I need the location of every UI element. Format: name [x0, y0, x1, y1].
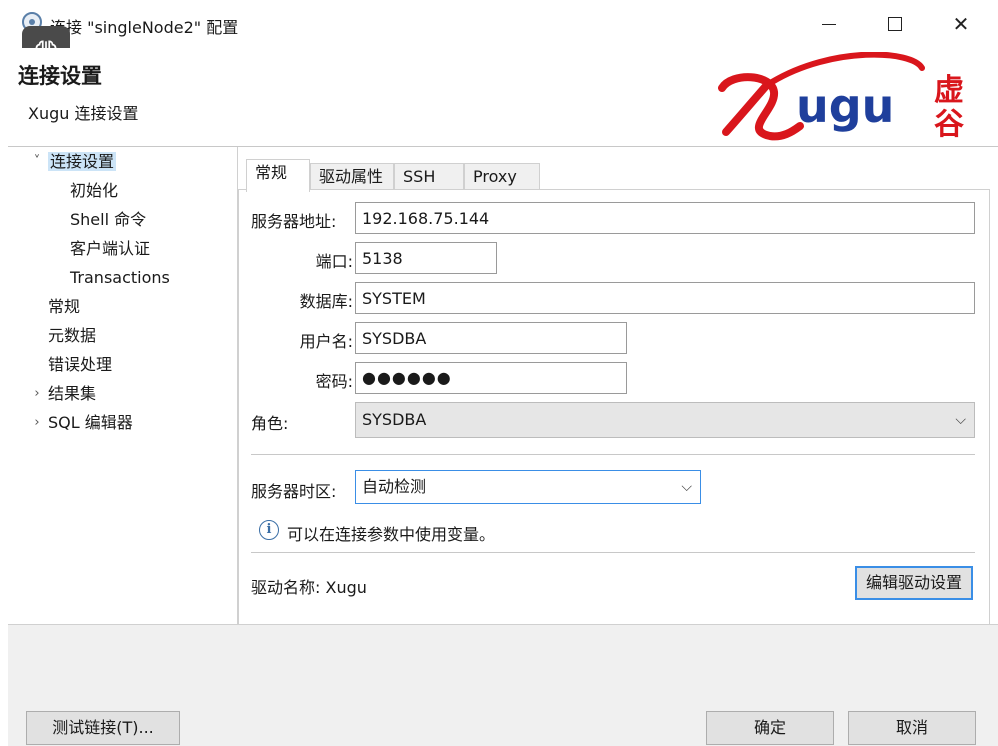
driver-name-label: 驱动名称: Xugu [251, 578, 367, 597]
page-header: 连接设置 Xugu 连接设置 ugu 虚 谷 [0, 48, 998, 146]
tree-item-transactions[interactable]: Transactions [70, 265, 170, 291]
tree-item-resultset[interactable]: › 结果集 [34, 381, 97, 407]
ok-button[interactable]: 确定 [706, 711, 834, 745]
title-bar: 连接 "singleNode2" 配置 ✕ [0, 0, 998, 48]
close-button[interactable]: ✕ [938, 6, 984, 42]
tree-item-error-handling[interactable]: 错误处理 [48, 352, 112, 378]
window-title: 连接 "singleNode2" 配置 [50, 18, 239, 37]
maximize-icon [888, 17, 902, 31]
logo-latin: ugu [796, 79, 894, 133]
xugu-logo: ugu 虚 谷 [718, 52, 964, 142]
host-label: 服务器地址: [251, 212, 337, 231]
tree-item-label: SQL 编辑器 [48, 413, 133, 432]
separator [251, 552, 975, 553]
close-icon: ✕ [952, 12, 970, 36]
page-subtitle: Xugu 连接设置 [28, 104, 139, 123]
tree-item-metadata[interactable]: 元数据 [48, 323, 96, 349]
tree-item-client-auth[interactable]: 客户端认证 [70, 236, 150, 262]
minimize-button[interactable] [806, 6, 852, 42]
tree-item-init[interactable]: 初始化 [70, 178, 118, 204]
username-label: 用户名: [299, 332, 353, 351]
separator [251, 454, 975, 455]
timezone-select[interactable]: 自动检测 ⌵ [355, 470, 701, 504]
tree-item-general[interactable]: 常规 [48, 294, 80, 320]
chevron-down-icon: ⌵ [681, 479, 692, 495]
role-label: 角色: [251, 414, 289, 433]
tree-item-shell[interactable]: Shell 命令 [70, 207, 146, 233]
password-input[interactable]: ●●●●●● [355, 362, 627, 394]
dialog-footer: 测试链接(T)... 确定 取消 [8, 624, 998, 746]
timezone-label: 服务器时区: [251, 482, 337, 501]
port-label: 端口: [315, 252, 353, 271]
tab-ssh[interactable]: SSH [394, 163, 464, 191]
database-label: 数据库: [299, 292, 353, 311]
database-input[interactable] [355, 282, 975, 314]
tab-content-general: 服务器地址: 端口: 数据库: 用户名: 密码: ●●●●●● 角色: SYSD… [238, 189, 990, 625]
tab-driver-properties[interactable]: 驱动属性 [310, 163, 394, 191]
tree-item-sql-editor[interactable]: › SQL 编辑器 [34, 410, 133, 436]
logo-cjk-bottom: 谷 [934, 107, 964, 142]
chevron-down-icon: ⌵ [955, 412, 966, 428]
tree-item-label: 连接设置 [48, 152, 117, 171]
chevron-right-icon[interactable]: › [30, 381, 44, 407]
info-icon: i [259, 520, 279, 540]
role-select-value: SYSDBA [362, 410, 427, 429]
logo-cjk-top: 虚 [934, 73, 964, 108]
edit-driver-settings-button[interactable]: 编辑驱动设置 [855, 566, 973, 600]
dialog-body: ˅ 连接设置 初始化 Shell 命令 客户端认证 Transactions 常… [8, 146, 998, 625]
timezone-select-value: 自动检测 [362, 477, 427, 496]
username-input[interactable] [355, 322, 627, 354]
role-select[interactable]: SYSDBA ⌵ [355, 402, 975, 438]
test-connection-button[interactable]: 测试链接(T)... [26, 711, 180, 745]
password-label: 密码: [315, 372, 353, 391]
minimize-icon [822, 23, 836, 25]
tab-general[interactable]: 常规 [246, 159, 310, 192]
chevron-down-icon[interactable]: ˅ [30, 149, 44, 175]
port-input[interactable] [355, 242, 497, 274]
cancel-button[interactable]: 取消 [848, 711, 976, 745]
tab-proxy[interactable]: Proxy [464, 163, 540, 191]
chevron-right-icon[interactable]: › [30, 410, 44, 436]
host-input[interactable] [355, 202, 975, 234]
settings-tree: ˅ 连接设置 初始化 Shell 命令 客户端认证 Transactions 常… [16, 147, 238, 625]
maximize-button[interactable] [872, 6, 918, 42]
tree-item-connection-settings[interactable]: ˅ 连接设置 [34, 149, 117, 175]
page-title: 连接设置 [18, 64, 102, 88]
tree-item-label: 结果集 [48, 384, 97, 403]
info-text: 可以在连接参数中使用变量。 [287, 525, 496, 544]
settings-panel: 常规 驱动属性 SSH Proxy 服务器地址: 端口: 数据库: 用户名: 密… [238, 157, 990, 625]
